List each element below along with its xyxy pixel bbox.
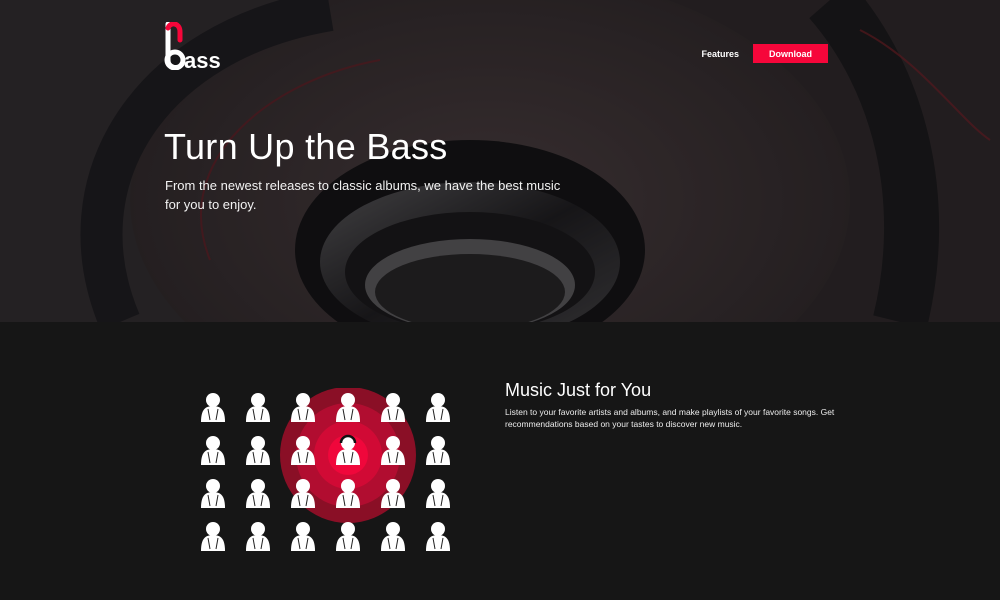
person-icon <box>201 522 225 551</box>
person-icon <box>246 479 270 508</box>
person-icon <box>246 436 270 465</box>
top-nav: Features Download <box>701 44 828 63</box>
feature-title: Music Just for You <box>505 380 652 400</box>
person-icon <box>336 522 360 551</box>
person-icon <box>291 522 315 551</box>
person-icon <box>426 522 450 551</box>
person-icon <box>201 479 225 508</box>
person-icon <box>381 522 405 551</box>
hero-overlay <box>0 0 1000 322</box>
person-icon <box>426 393 450 422</box>
hero-title: Turn Up the Bass <box>164 126 448 167</box>
bass-logo[interactable]: ass <box>164 22 230 70</box>
person-icon <box>201 436 225 465</box>
person-icon <box>426 479 450 508</box>
feature-description: Listen to your favorite artists and albu… <box>505 407 835 429</box>
person-icon <box>246 393 270 422</box>
hero-section: ass Features Download Turn Up the Bass F… <box>0 0 1000 322</box>
nav-features-link[interactable]: Features <box>701 49 739 59</box>
features-section <box>0 322 1000 600</box>
download-button[interactable]: Download <box>753 44 828 63</box>
people-target-icon <box>201 388 450 551</box>
svg-text:ass: ass <box>184 48 221 70</box>
person-icon <box>426 436 450 465</box>
hero-subtitle: From the newest releases to classic albu… <box>165 178 561 212</box>
person-icon <box>246 522 270 551</box>
person-icon <box>201 393 225 422</box>
